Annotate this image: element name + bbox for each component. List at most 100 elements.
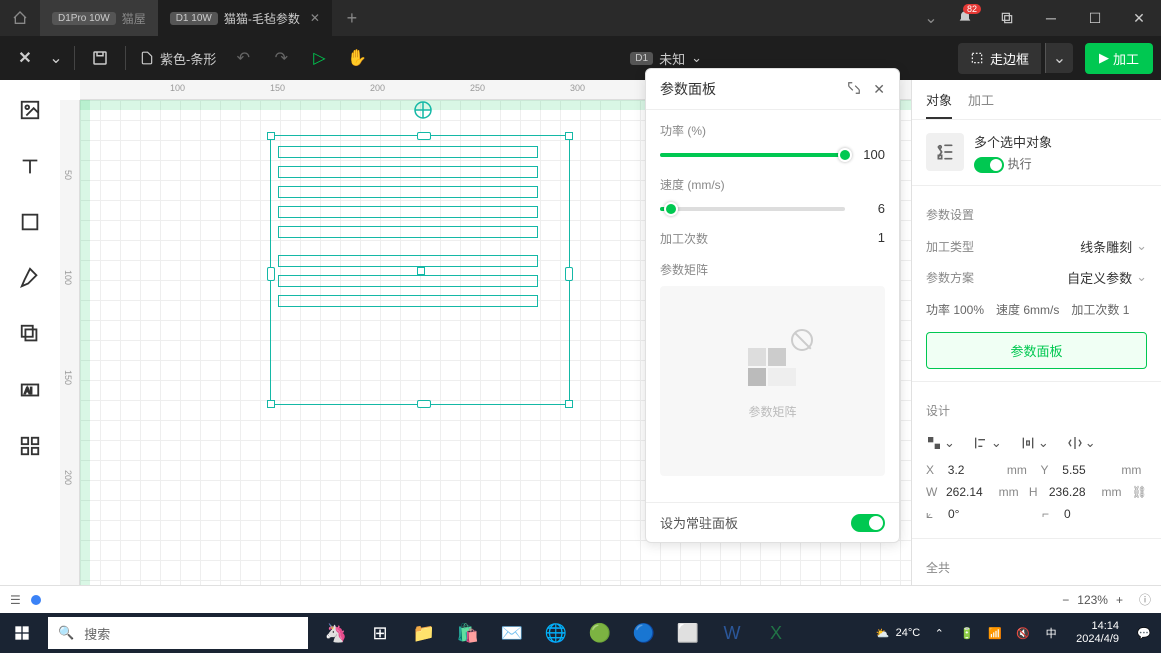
close-icon[interactable]: ✕	[310, 11, 320, 25]
undo-button[interactable]: ↶	[226, 41, 260, 75]
device-selector[interactable]: D1 未知 ⌄	[620, 49, 712, 68]
file-chip[interactable]: 紫色-条形	[134, 49, 222, 68]
weather-icon: ⛅	[876, 627, 890, 640]
zoom-in-button[interactable]: +	[1116, 593, 1123, 607]
task-mail[interactable]: ✉️	[492, 613, 532, 653]
tray-ime[interactable]: 中	[1042, 625, 1060, 641]
speed-value[interactable]: 6	[855, 201, 885, 216]
task-app3[interactable]: ⬜	[668, 613, 708, 653]
home-button[interactable]	[0, 0, 40, 36]
maximize-button[interactable]: ☐	[1073, 0, 1117, 36]
add-tab-button[interactable]: +	[332, 8, 372, 29]
task-store[interactable]: 🛍️	[448, 613, 488, 653]
panel-title: 参数面板	[660, 79, 716, 99]
task-app2[interactable]: 🔵	[624, 613, 664, 653]
layers-icon[interactable]: ☰	[10, 593, 21, 607]
radius-input[interactable]: 0	[1064, 507, 1116, 521]
zoom-out-button[interactable]: −	[1062, 593, 1069, 607]
notifications-button[interactable]: 82	[945, 0, 985, 36]
selection-title: 多个选中对象	[974, 132, 1052, 151]
help-icon[interactable]: ⓘ	[1139, 591, 1151, 608]
text-tool[interactable]	[16, 152, 44, 180]
speed-slider[interactable]	[660, 207, 845, 211]
execute-toggle[interactable]	[974, 157, 1004, 173]
tab-active[interactable]: D1 10W 猫猫-毛毡参数 ✕	[158, 0, 332, 36]
h-input[interactable]: 236.28	[1049, 485, 1094, 499]
tray-notifications[interactable]: 💬	[1135, 627, 1153, 640]
tray-wifi[interactable]: 📶	[986, 627, 1004, 640]
task-cortana[interactable]: 🦄	[316, 613, 356, 653]
canvas-object[interactable]	[278, 146, 538, 158]
align-left-button[interactable]: ⌄	[973, 435, 1002, 451]
ai-tool[interactable]: AI	[16, 376, 44, 404]
hand-tool[interactable]: ✋	[340, 41, 374, 75]
tray-volume[interactable]: 🔇	[1014, 627, 1032, 640]
matrix-placeholder[interactable]: 参数矩阵	[660, 286, 885, 476]
frame-dropdown[interactable]: ⌄	[1045, 43, 1073, 73]
tab-dropdown[interactable]: ⌄	[917, 8, 945, 28]
arrange-button[interactable]: ⌄	[926, 435, 955, 451]
task-excel[interactable]: X	[756, 613, 796, 653]
process-label: 加工	[1113, 49, 1139, 68]
save-button[interactable]	[83, 41, 117, 75]
y-input[interactable]: 5.55	[1062, 463, 1113, 477]
minimize-button[interactable]: ─	[1029, 0, 1073, 36]
tab-object[interactable]: 对象	[926, 90, 952, 119]
x-input[interactable]: 3.2	[948, 463, 999, 477]
play-button[interactable]: ▷	[302, 41, 336, 75]
pass-value[interactable]: 1	[878, 230, 885, 247]
layers-tool[interactable]	[16, 320, 44, 348]
pin-toggle[interactable]	[851, 514, 885, 532]
canvas-object[interactable]	[278, 226, 538, 238]
power-value[interactable]: 100	[855, 147, 885, 162]
ruler-vertical: 50 100 150 200	[60, 100, 80, 585]
tray-chevron[interactable]: ⌃	[930, 627, 948, 640]
type-select[interactable]: 线条雕刻⌄	[1080, 237, 1147, 256]
close-icon[interactable]: ✕	[873, 81, 885, 98]
apps-tool[interactable]	[16, 432, 44, 460]
tray-battery[interactable]: 🔋	[958, 627, 976, 640]
canvas-object[interactable]	[278, 206, 538, 218]
tab-inactive[interactable]: D1Pro 10W 猫屋	[40, 0, 158, 36]
logo-icon[interactable]: ✕	[8, 41, 42, 75]
flip-button[interactable]: ⌄	[1067, 435, 1096, 451]
canvas-object[interactable]	[278, 255, 538, 267]
power-slider[interactable]	[660, 153, 845, 157]
close-button[interactable]: ✕	[1117, 0, 1161, 36]
weather-widget[interactable]: ⛅ 24°C	[876, 627, 920, 640]
task-word[interactable]: W	[712, 613, 752, 653]
collapse-icon[interactable]	[847, 81, 861, 98]
zoom-value[interactable]: 123%	[1077, 593, 1108, 607]
lock-aspect-icon[interactable]: ⛓	[1132, 485, 1147, 499]
copy-icon[interactable]	[985, 0, 1029, 36]
tab-process[interactable]: 加工	[968, 90, 994, 119]
frame-button[interactable]: 走边框	[958, 43, 1041, 74]
scheme-select[interactable]: 自定义参数⌄	[1067, 268, 1147, 287]
parameter-panel: 参数面板 ✕ 功率 (%) 100 速度 (mm/s)	[645, 68, 900, 543]
more-title: 全共	[926, 559, 1147, 576]
canvas-object[interactable]	[278, 275, 538, 287]
task-view[interactable]: ⊞	[360, 613, 400, 653]
task-app1[interactable]: 🟢	[580, 613, 620, 653]
angle-input[interactable]: 0°	[948, 507, 1000, 521]
start-button[interactable]	[0, 613, 44, 653]
canvas-object[interactable]	[278, 186, 538, 198]
shape-tool[interactable]	[16, 208, 44, 236]
logo-dropdown[interactable]: ⌄	[46, 41, 66, 75]
pen-tool[interactable]	[16, 264, 44, 292]
canvas-object[interactable]	[278, 166, 538, 178]
search-input[interactable]: 🔍 搜索	[48, 617, 308, 649]
clock[interactable]: 14:14 2024/4/9	[1070, 620, 1125, 646]
open-panel-button[interactable]: 参数面板	[926, 332, 1147, 369]
radius-icon: ⌐	[1042, 507, 1056, 521]
task-explorer[interactable]: 📁	[404, 613, 444, 653]
color-indicator[interactable]	[31, 595, 41, 605]
process-button[interactable]: ▶ 加工	[1085, 43, 1153, 74]
redo-button[interactable]: ↷	[264, 41, 298, 75]
distribute-button[interactable]: ⌄	[1020, 435, 1049, 451]
tab-badge: D1Pro 10W	[52, 12, 116, 25]
canvas-object[interactable]	[278, 295, 538, 307]
image-tool[interactable]	[16, 96, 44, 124]
w-input[interactable]: 262.14	[946, 485, 991, 499]
task-edge[interactable]: 🌐	[536, 613, 576, 653]
